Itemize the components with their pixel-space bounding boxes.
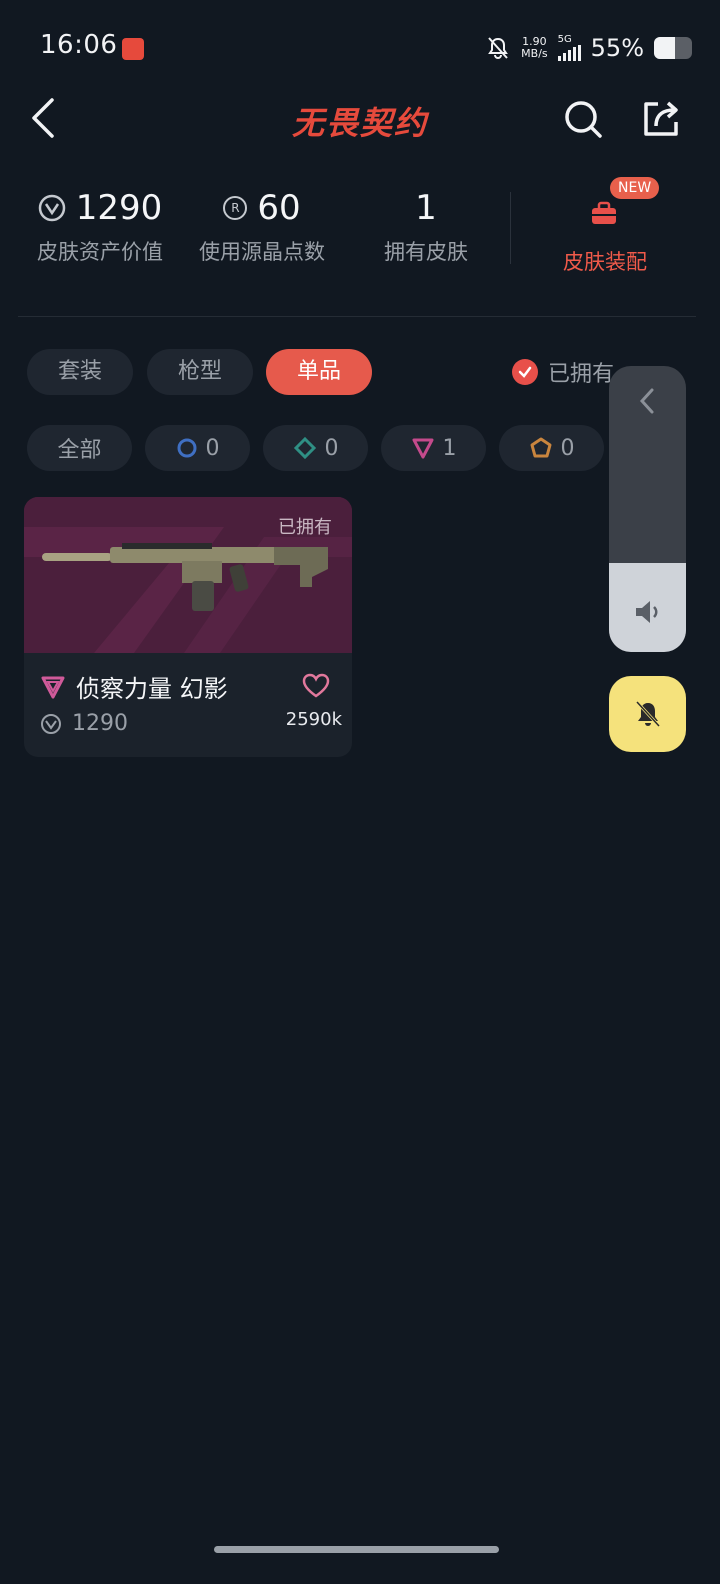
status-time: 16:06	[40, 30, 118, 60]
heart-icon	[302, 673, 330, 698]
battery-icon	[654, 37, 692, 59]
home-indicator[interactable]	[214, 1546, 499, 1553]
section-divider	[18, 316, 696, 317]
collapse-chevron-icon[interactable]	[636, 386, 658, 416]
new-badge: NEW	[610, 177, 660, 199]
status-icons: 1.90 MB/s 5G 55%	[485, 30, 692, 66]
mute-toggle-button[interactable]	[609, 676, 686, 752]
select-tier-icon	[177, 438, 196, 458]
skin-card[interactable]: 已拥有 侦察力量 幻影 1290 2590k	[24, 497, 352, 757]
owned-skins-value: 1	[415, 188, 437, 228]
skin-price: 1290	[40, 711, 128, 736]
search-button[interactable]	[562, 98, 604, 144]
chip-all-label: 全部	[57, 438, 102, 463]
signal-icon: 5G	[557, 35, 581, 61]
owned-skins-label: 拥有皮肤	[384, 240, 468, 264]
owned-filter-label: 已拥有	[548, 362, 615, 387]
speaker-icon	[636, 601, 658, 623]
search-icon	[565, 101, 602, 138]
skin-name: 侦察力量 幻影	[76, 675, 228, 703]
share-button[interactable]	[640, 98, 682, 144]
premium-tier-icon	[412, 438, 433, 459]
chip-deluxe-tier[interactable]: 0	[263, 425, 368, 471]
mute-bell-icon	[488, 37, 509, 59]
net-speed: 1.90 MB/s	[521, 35, 548, 60]
chip-exclusive-count: 0	[560, 435, 575, 461]
stat-radianite: R 60 使用源晶点数	[192, 188, 332, 266]
toolbox-icon	[592, 201, 616, 224]
valorant-points-icon	[41, 713, 61, 734]
checkbox-checked-icon[interactable]	[512, 359, 538, 385]
asset-value-label: 皮肤资产价值	[37, 240, 163, 264]
stat-owned-skins: 1 拥有皮肤	[360, 188, 492, 266]
app-notification-icon	[122, 38, 144, 60]
radianite-label: 使用源晶点数	[199, 240, 325, 264]
radianite-icon: R	[223, 196, 248, 220]
chip-premium-count: 1	[442, 435, 457, 461]
chip-exclusive-tier[interactable]: 0	[499, 425, 604, 471]
premium-tier-icon	[41, 676, 65, 698]
skin-price-value: 1290	[72, 711, 128, 736]
likes-count: 2590k	[285, 709, 342, 730]
asset-value: 1290	[75, 188, 163, 228]
chip-premium-tier[interactable]: 1	[381, 425, 486, 471]
favorite-button[interactable]	[302, 673, 330, 703]
page-title: 无畏契约	[291, 104, 428, 142]
tab-sets[interactable]: 套装	[27, 349, 133, 395]
phantom-rifle-icon	[42, 543, 328, 611]
owned-tag: 已拥有	[278, 517, 332, 538]
radianite-value: 60	[257, 188, 301, 228]
chip-select-tier[interactable]: 0	[145, 425, 250, 471]
chip-deluxe-count: 0	[324, 435, 339, 461]
exclusive-tier-icon	[530, 437, 551, 458]
chip-all[interactable]: 全部	[27, 425, 132, 471]
deluxe-tier-icon	[293, 436, 316, 460]
valorant-points-icon	[38, 194, 65, 222]
tab-single-items[interactable]: 单品	[266, 349, 372, 395]
bell-off-icon	[635, 700, 660, 728]
chip-select-count: 0	[205, 435, 220, 461]
tab-weapon-type[interactable]: 枪型	[147, 349, 253, 395]
share-icon	[644, 101, 678, 136]
stat-asset-value: 1290 皮肤资产价值	[30, 188, 170, 266]
skin-title: 侦察力量 幻影	[40, 669, 228, 704]
volume-panel[interactable]	[609, 366, 686, 652]
loadout-label[interactable]: 皮肤装配	[545, 246, 665, 276]
stats-divider	[510, 192, 511, 264]
battery-percent: 55%	[590, 34, 644, 62]
owned-filter[interactable]: 已拥有	[512, 356, 614, 388]
